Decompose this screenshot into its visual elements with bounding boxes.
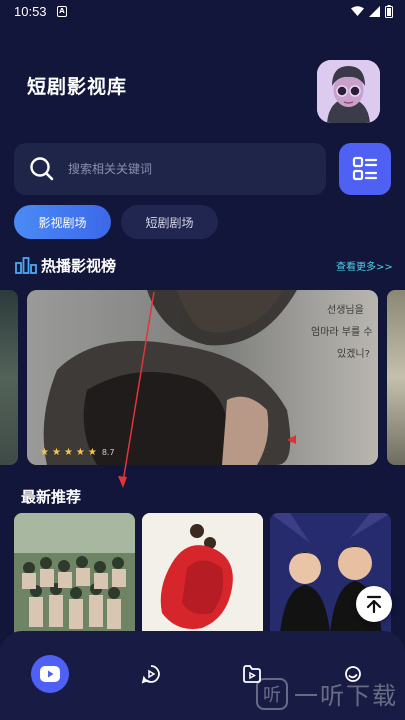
- banner-poster-text: 선생님을 엄마라 부를 수 있겠니?: [311, 305, 373, 360]
- poster-card[interactable]: [14, 513, 135, 633]
- watermark-logo-icon: 听: [256, 677, 288, 710]
- search-input[interactable]: [68, 162, 288, 176]
- poster-card[interactable]: [142, 513, 263, 633]
- battery-icon: [385, 5, 393, 18]
- status-time: 10:53: [14, 4, 47, 19]
- hot-section-title: 热播影视榜: [41, 257, 117, 275]
- star-icon: ★: [75, 447, 85, 458]
- notification-app-icon: A: [57, 6, 67, 17]
- tab-movie-theater[interactable]: 影视剧场: [14, 205, 111, 239]
- banner-rating: ★ ★ ★ ★ ★ 8.7: [40, 447, 115, 458]
- svg-text:听: 听: [263, 685, 281, 706]
- featured-banner[interactable]: 선생님을 엄마라 부를 수 있겠니?: [27, 290, 378, 465]
- watermark: 听 一听下载: [256, 676, 398, 711]
- trending-chart-icon: [15, 257, 37, 274]
- play-indicator-icon: [287, 435, 296, 444]
- theater-icon: [141, 665, 160, 684]
- nav-home[interactable]: [31, 655, 69, 693]
- arrow-up-icon: [366, 595, 382, 613]
- app-title: 短剧影视库: [27, 76, 128, 98]
- status-icons: [351, 5, 393, 18]
- star-icon: ★: [87, 447, 97, 458]
- search-icon: [30, 157, 54, 181]
- star-icon: ★: [40, 447, 49, 458]
- rating-value: 8.7: [101, 448, 115, 457]
- star-icon: ★: [51, 447, 61, 458]
- avatar[interactable]: [317, 60, 380, 123]
- carousel-next-poster[interactable]: [387, 290, 405, 465]
- wifi-icon: [351, 6, 364, 16]
- watermark-text: 一听下载: [294, 682, 398, 710]
- nav-theater[interactable]: [132, 655, 170, 693]
- carousel-prev-poster[interactable]: [0, 290, 18, 465]
- list-grid-icon: [352, 156, 378, 181]
- search-box[interactable]: [14, 143, 326, 195]
- star-icon: ★: [63, 447, 73, 458]
- scroll-to-top-button[interactable]: [356, 586, 392, 622]
- signal-icon: [369, 6, 380, 17]
- view-more-link[interactable]: 查看更多>>: [336, 258, 393, 273]
- category-filter-button[interactable]: [339, 143, 391, 195]
- latest-section-title: 最新推荐: [21, 488, 82, 506]
- status-bar: 10:53 A: [0, 0, 405, 24]
- tab-short-drama[interactable]: 短剧剧场: [121, 205, 218, 239]
- play-icon: [40, 666, 60, 682]
